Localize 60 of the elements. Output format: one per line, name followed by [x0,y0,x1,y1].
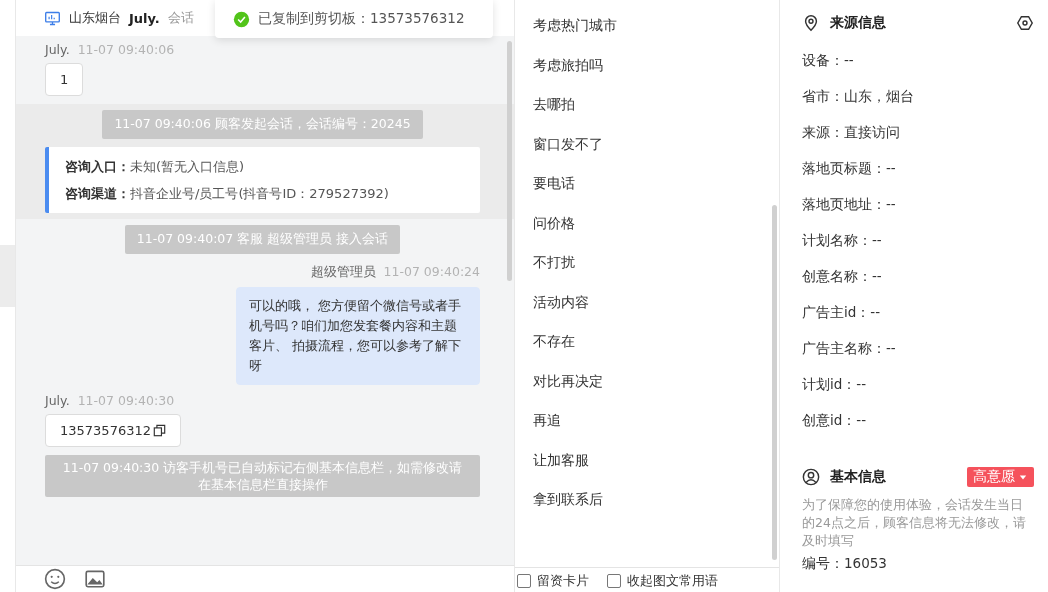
section-title: 来源信息 [830,14,886,32]
phrase-item[interactable]: 拿到联系后 [533,488,779,528]
phrase-item[interactable]: 去哪拍 [533,93,779,133]
info-field: 设备：-- [802,49,854,71]
message-time: 11-07 09:40:24 [383,264,480,281]
image-icon[interactable] [84,568,106,590]
message-bubble: 13573576312 [45,414,181,447]
entry-value: 未知(暂无入口信息) [130,159,245,174]
phrase-item[interactable]: 考虑旅拍吗 [533,53,779,93]
location-text: 山东烟台 [69,9,121,27]
info-field: 广告主id：-- [802,301,881,323]
message-bubble: 可以的哦， 您方便留个微信号或者手机号吗？咱们加您发套餐内容和主题客片、 拍摄流程，您可以参考了解下呀 [236,287,480,385]
visitor-name: July. [129,10,160,26]
phrase-item[interactable]: 活动内容 [533,290,779,330]
checkbox[interactable] [517,574,531,588]
monitor-icon [44,9,61,27]
caret-icon [1018,473,1028,481]
sender-name: July. [45,393,70,408]
info-field: 创意名称：-- [802,265,882,287]
info-field: 来源：直接访问 [802,121,900,143]
info-field: 编号：16053 [802,552,887,574]
info-field: 计划名称：-- [802,229,882,251]
scrollbar[interactable] [507,41,512,281]
info-field: 计划id：-- [802,373,867,395]
phrase-item[interactable]: 问价格 [533,211,779,251]
phrase-item[interactable]: 不存在 [533,330,779,370]
session-status: 会话 [167,9,194,27]
emoji-icon[interactable] [44,568,66,590]
phrase-item[interactable]: 考虑热门城市 [533,14,779,54]
phrase-item[interactable]: 对比再决定 [533,369,779,409]
entry-value: 抖音企业号/员工号(抖音号ID：279527392) [130,186,389,201]
message-time: 11-07 09:40:06 [77,42,175,57]
info-field: 落地页地址：-- [802,193,896,215]
phrase-item[interactable]: 不打扰 [533,251,779,291]
message-bubble: 1 [45,63,84,96]
option-label: 收起图文常用语 [627,572,718,590]
phrase-item[interactable]: 窗口发不了 [533,132,779,172]
scrollbar[interactable] [772,205,777,560]
user-icon [802,468,820,486]
info-note: 为了保障您的使用体验，会话发生当日的24点之后，顾客信息将无法修改，请及时填写 [802,496,1027,550]
entry-label: 咨询入口： [65,159,130,174]
phrase-item[interactable]: 再追 [533,409,779,449]
entry-label: 咨询渠道： [65,186,130,201]
sender-name: July. [45,42,70,57]
phrase-item[interactable]: 让加客服 [533,448,779,488]
section-title: 基本信息 [830,468,886,486]
option-label: 留资卡片 [537,572,589,590]
checkbox[interactable] [607,574,621,588]
success-icon [233,10,250,28]
settings-icon[interactable] [1016,14,1034,32]
info-field: 广告主名称：-- [802,337,896,359]
sender-name: 超级管理员 [310,264,376,281]
copy-icon[interactable] [153,424,166,437]
info-field: 创意id：-- [802,409,867,431]
info-field: 省市：山东，烟台 [802,85,914,107]
copy-toast: 已复制到剪切板：13573576312 [215,0,493,38]
info-field: 落地页标题：-- [802,157,896,179]
location-pin-icon [802,14,820,32]
message-time: 11-07 09:40:30 [77,393,175,408]
phrase-item[interactable]: 要电话 [533,172,779,212]
